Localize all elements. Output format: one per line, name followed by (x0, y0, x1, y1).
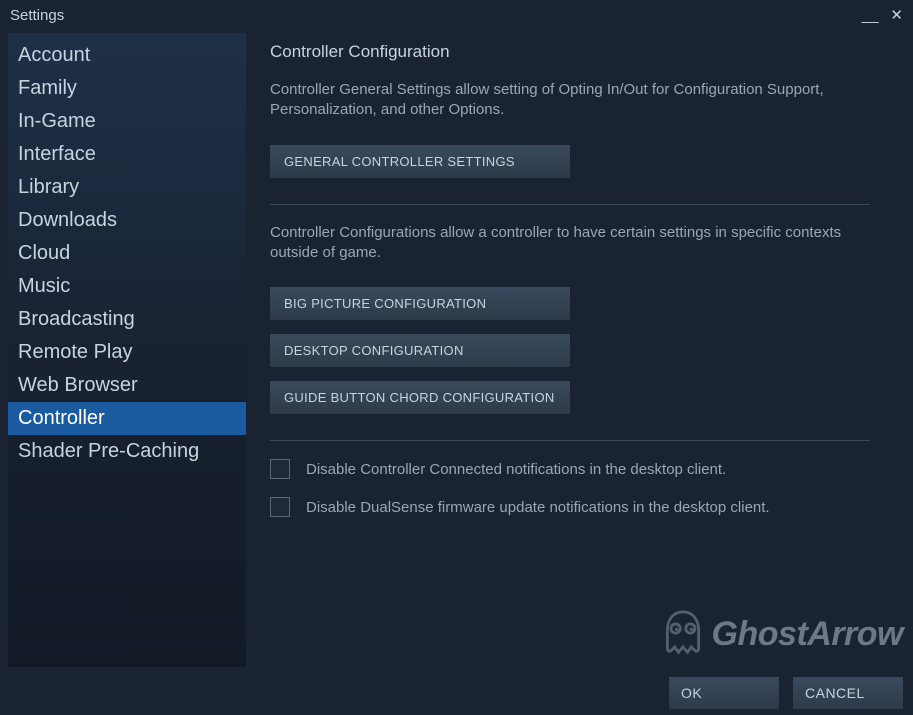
sidebar-item-family[interactable]: Family (8, 72, 246, 105)
minimize-icon[interactable]: __ (862, 7, 879, 24)
checkbox-label: Disable Controller Connected notificatio… (306, 461, 726, 478)
divider (270, 440, 870, 441)
sidebar-item-shader-pre-caching[interactable]: Shader Pre-Caching (8, 435, 246, 468)
sidebar-item-controller[interactable]: Controller (8, 402, 246, 435)
sidebar-item-remote-play[interactable]: Remote Play (8, 336, 246, 369)
sidebar: AccountFamilyIn-GameInterfaceLibraryDown… (8, 33, 246, 667)
checkbox-disable-connected[interactable] (270, 459, 290, 479)
close-icon[interactable]: ✕ (890, 6, 903, 24)
window-title: Settings (10, 7, 64, 24)
sidebar-item-downloads[interactable]: Downloads (8, 204, 246, 237)
divider (270, 204, 870, 205)
sidebar-item-web-browser[interactable]: Web Browser (8, 369, 246, 402)
sidebar-item-account[interactable]: Account (8, 39, 246, 72)
guide-button-chord-configuration-button[interactable]: GUIDE BUTTON CHORD CONFIGURATION (270, 381, 570, 414)
general-controller-settings-button[interactable]: GENERAL CONTROLLER SETTINGS (270, 145, 570, 178)
page-title: Controller Configuration (270, 42, 883, 62)
sidebar-item-interface[interactable]: Interface (8, 138, 246, 171)
main-area: AccountFamilyIn-GameInterfaceLibraryDown… (0, 30, 913, 670)
sidebar-item-library[interactable]: Library (8, 171, 246, 204)
general-settings-desc: Controller General Settings allow settin… (270, 80, 870, 121)
checkbox-row-disable-connected: Disable Controller Connected notificatio… (270, 459, 883, 479)
sidebar-item-music[interactable]: Music (8, 270, 246, 303)
titlebar: Settings __ ✕ (0, 0, 913, 30)
checkbox-label: Disable DualSense firmware update notifi… (306, 499, 770, 516)
sidebar-item-in-game[interactable]: In-Game (8, 105, 246, 138)
ok-button[interactable]: OK (669, 677, 779, 709)
footer: OK CANCEL (0, 670, 913, 715)
big-picture-configuration-button[interactable]: BIG PICTURE CONFIGURATION (270, 287, 570, 320)
checkbox-disable-dualsense[interactable] (270, 497, 290, 517)
cancel-button[interactable]: CANCEL (793, 677, 903, 709)
checkbox-row-disable-dualsense: Disable DualSense firmware update notifi… (270, 497, 883, 517)
desktop-configuration-button[interactable]: DESKTOP CONFIGURATION (270, 334, 570, 367)
sidebar-item-cloud[interactable]: Cloud (8, 237, 246, 270)
configurations-desc: Controller Configurations allow a contro… (270, 223, 870, 264)
content-panel: Controller Configuration Controller Gene… (246, 30, 913, 670)
window-controls: __ ✕ (862, 6, 903, 24)
sidebar-item-broadcasting[interactable]: Broadcasting (8, 303, 246, 336)
